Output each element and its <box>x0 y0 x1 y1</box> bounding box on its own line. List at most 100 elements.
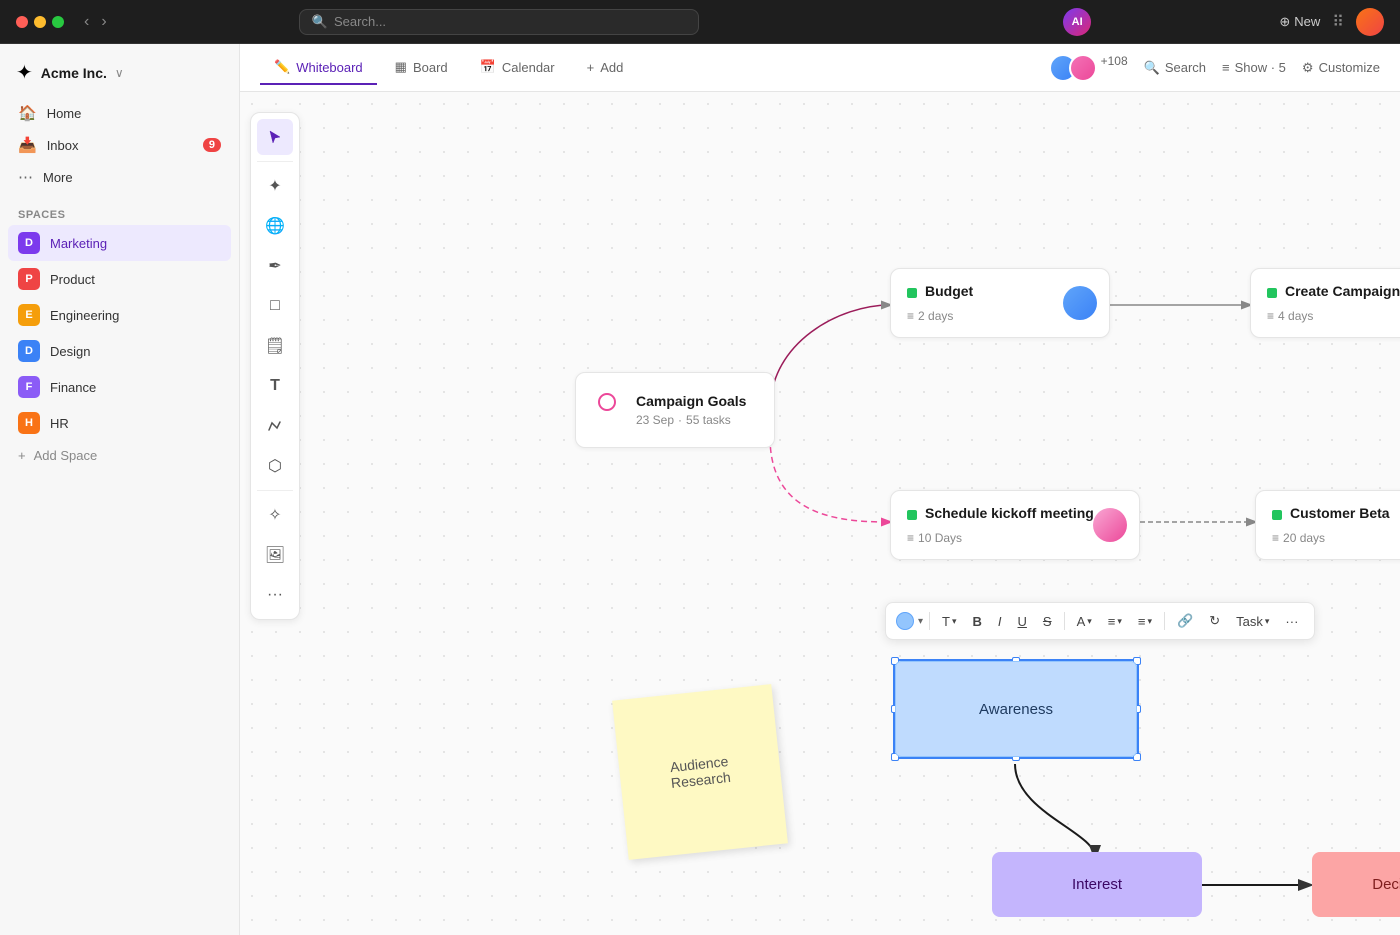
grid-icon[interactable]: ⠿ <box>1332 12 1344 32</box>
connections-svg <box>240 92 1400 935</box>
sidebar-item-more[interactable]: ⋯ More <box>8 161 231 193</box>
space-label: Marketing <box>50 236 107 251</box>
underline-button[interactable]: U <box>1012 610 1033 633</box>
customer-beta-card[interactable]: Customer Beta ≡ 20 days <box>1255 490 1400 560</box>
list-button[interactable]: ≡ ▾ <box>1132 610 1158 633</box>
tabs-bar: ✏️ Whiteboard ▦ Board 📅 Calendar + Add +… <box>240 44 1400 92</box>
globe-tool[interactable]: 🌐 <box>257 208 293 244</box>
home-icon: 🏠 <box>18 104 37 122</box>
minimize-button[interactable] <box>34 16 46 28</box>
sparkle-tool[interactable]: ✧ <box>257 497 293 533</box>
chevron-down-icon[interactable]: ▾ <box>918 616 923 627</box>
image-tool[interactable]: 🖼 <box>257 537 293 573</box>
awareness-box[interactable]: Awareness <box>895 661 1137 757</box>
magic-tool[interactable]: ✦ <box>257 168 293 204</box>
list-icon: ≡ <box>907 309 914 323</box>
add-space-button[interactable]: + Add Space <box>0 441 239 470</box>
status-indicator <box>1267 288 1277 298</box>
sidebar-item-label: Home <box>47 106 82 121</box>
ai-badge[interactable]: AI <box>1063 8 1091 36</box>
sticky-note[interactable]: Audience Research <box>612 684 788 860</box>
interest-box[interactable]: Interest <box>992 852 1202 917</box>
traffic-lights <box>16 16 64 28</box>
back-button[interactable]: ‹ <box>80 11 93 33</box>
sidebar-item-marketing[interactable]: D Marketing <box>8 225 231 261</box>
font-type-button[interactable]: T ▾ <box>936 610 962 633</box>
sidebar-nav: 🏠 Home 📥 Inbox 9 ⋯ More <box>0 93 239 197</box>
list-icon: ≡ <box>907 531 914 545</box>
whiteboard-icon: ✏️ <box>274 59 290 75</box>
draw-tool[interactable] <box>257 408 293 444</box>
tab-whiteboard[interactable]: ✏️ Whiteboard <box>260 51 377 85</box>
close-button[interactable] <box>16 16 28 28</box>
card-sub: 23 Sep · 55 tasks <box>636 413 746 427</box>
campaign-goals-card[interactable]: Campaign Goals 23 Sep · 55 tasks <box>575 372 775 448</box>
strikethrough-button[interactable]: S <box>1037 610 1058 633</box>
maximize-button[interactable] <box>52 16 64 28</box>
tab-calendar[interactable]: 📅 Calendar <box>466 51 569 85</box>
customize-label: Customize <box>1319 60 1380 75</box>
refresh-icon[interactable]: ↻ <box>1203 609 1226 633</box>
avatar-2 <box>1069 54 1097 82</box>
customize-button[interactable]: ⚙ Customize <box>1302 60 1380 76</box>
card-sub: ≡ 10 Days <box>907 531 1123 545</box>
sidebar-item-inbox[interactable]: 📥 Inbox 9 <box>8 129 231 161</box>
schedule-kickoff-card[interactable]: Schedule kickoff meeting ≡ 10 Days <box>890 490 1140 560</box>
ellipsis-icon: ··· <box>267 586 283 604</box>
tab-label: Board <box>413 60 448 75</box>
tab-add[interactable]: + Add <box>573 52 638 85</box>
inbox-icon: 📥 <box>18 136 37 154</box>
show-button[interactable]: ≡ Show · 5 <box>1222 60 1286 75</box>
sparkle-icon: ✧ <box>268 505 281 525</box>
sidebar-item-design[interactable]: D Design <box>8 333 231 369</box>
space-label: Product <box>50 272 95 287</box>
more-icon: ⋯ <box>18 168 33 186</box>
card-avatar <box>1063 286 1097 320</box>
create-campaign-card[interactable]: Create Campaign ≡ 4 days <box>1250 268 1400 338</box>
bold-button[interactable]: B <box>967 610 988 633</box>
align-button[interactable]: ≡ ▾ <box>1102 610 1128 633</box>
search-placeholder: Search... <box>334 14 386 29</box>
color-picker[interactable] <box>896 612 914 630</box>
sidebar-item-engineering[interactable]: E Engineering <box>8 297 231 333</box>
select-tool[interactable] <box>257 119 293 155</box>
link-button[interactable]: 🔗 <box>1171 609 1199 633</box>
font-size-button[interactable]: A ▾ <box>1071 610 1098 633</box>
more-tools[interactable]: ··· <box>257 577 293 613</box>
italic-button[interactable]: I <box>992 610 1008 633</box>
new-button[interactable]: ⊕ New <box>1279 14 1320 30</box>
sidebar-item-product[interactable]: P Product <box>8 261 231 297</box>
whiteboard-canvas[interactable]: ✦ 🌐 ✒ □ 🗒 T <box>240 92 1400 935</box>
note-tool[interactable]: 🗒 <box>257 328 293 364</box>
search-icon: 🔍 <box>312 14 328 30</box>
sidebar-item-home[interactable]: 🏠 Home <box>8 97 231 129</box>
space-dot-design: D <box>18 340 40 362</box>
shape-tool[interactable]: □ <box>257 288 293 324</box>
network-icon: ⬡ <box>268 456 282 476</box>
sidebar-item-finance[interactable]: F Finance <box>8 369 231 405</box>
pen-tool[interactable]: ✒ <box>257 248 293 284</box>
search-icon: 🔍 <box>1144 60 1160 76</box>
card-title: Create Campaign <box>1285 283 1400 299</box>
decision-box[interactable]: Decision <box>1312 852 1400 917</box>
image-icon: 🖼 <box>265 545 285 565</box>
list-icon: ≡ <box>1267 309 1274 323</box>
more-options-button[interactable]: ··· <box>1279 610 1304 633</box>
sidebar-header: ✦ Acme Inc. ∨ <box>0 44 239 93</box>
search-button[interactable]: 🔍 Search <box>1144 60 1206 76</box>
user-avatar[interactable] <box>1356 8 1384 36</box>
interest-label: Interest <box>1072 876 1122 893</box>
sidebar-item-label: More <box>43 170 73 185</box>
network-tool[interactable]: ⬡ <box>257 448 293 484</box>
forward-button[interactable]: › <box>97 11 110 33</box>
tab-board[interactable]: ▦ Board <box>381 51 462 85</box>
global-search-bar[interactable]: 🔍 Search... <box>299 9 699 35</box>
space-dot-engineering: E <box>18 304 40 326</box>
card-title: Schedule kickoff meeting <box>925 505 1094 521</box>
budget-card[interactable]: Budget ≡ 2 days <box>890 268 1110 338</box>
space-dot-finance: F <box>18 376 40 398</box>
text-tool[interactable]: T <box>257 368 293 404</box>
task-button[interactable]: Task ▾ <box>1230 610 1275 633</box>
tabs-right: +108 🔍 Search ≡ Show · 5 ⚙ Customize <box>1049 54 1380 82</box>
sidebar-item-hr[interactable]: H HR <box>8 405 231 441</box>
